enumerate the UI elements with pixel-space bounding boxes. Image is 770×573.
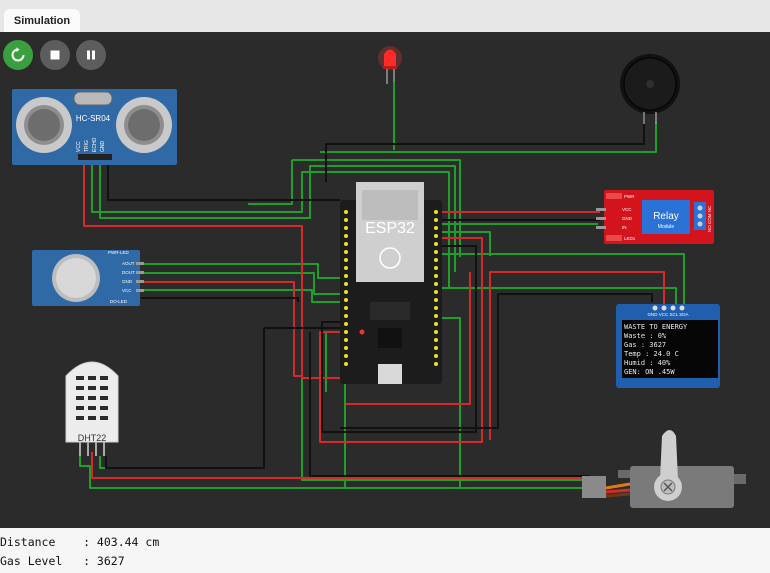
svg-text:PWR-LED: PWR-LED — [108, 250, 130, 255]
serial-console: Distance : 403.44 cm Gas Level : 3627 — [0, 528, 770, 573]
svg-text:VCC: VCC — [76, 141, 82, 152]
relay-module: Relay Module NO COM NC PWR VCC GND IN LE… — [596, 190, 714, 244]
svg-text:VCC: VCC — [622, 207, 632, 212]
svg-text:WASTE TO ENERGY: WASTE TO ENERGY — [624, 323, 688, 331]
dht22-sensor: DHT22 — [65, 361, 119, 456]
svg-text:TRIG: TRIG — [84, 140, 90, 152]
buzzer — [620, 54, 680, 124]
svg-text:DO-LED: DO-LED — [110, 299, 128, 304]
ultrasonic-sensor: HC-SR04 VCC TRIG ECHO GND — [12, 89, 177, 165]
svg-text:LED1: LED1 — [624, 236, 636, 241]
gas-sensor: PWR-LED DO-LED AOUT DOUT GND VCC — [32, 250, 144, 306]
dht22-label: DHT22 — [78, 433, 107, 443]
circuit-diagram: HC-SR04 VCC TRIG ECHO GND ESP32 Relay Mo… — [12, 46, 746, 508]
relay-title: Relay — [653, 211, 679, 222]
svg-text:GND: GND — [122, 279, 133, 284]
console-line: Distance : 403.44 cm — [0, 535, 160, 549]
svg-text:Gas : 3627: Gas : 3627 — [624, 341, 666, 349]
oled-display: GND VCC SCL SDA WASTE TO ENERGY Waste : … — [616, 304, 720, 388]
svg-text:GND VCC SCL SDA: GND VCC SCL SDA — [647, 312, 688, 317]
svg-text:ECHO: ECHO — [92, 137, 98, 152]
servo-motor — [582, 430, 746, 508]
svg-text:NO COM NC: NO COM NC — [707, 205, 712, 232]
led — [378, 46, 402, 84]
tab-simulation[interactable]: Simulation — [4, 9, 80, 32]
svg-text:AOUT: AOUT — [122, 261, 135, 266]
esp32-label: ESP32 — [365, 220, 415, 237]
tab-bar: Simulation — [0, 0, 770, 33]
svg-text:Waste : 0%: Waste : 0% — [624, 332, 667, 340]
svg-text:DOUT: DOUT — [122, 270, 135, 275]
svg-text:VCC: VCC — [122, 288, 132, 293]
svg-text:IN: IN — [622, 225, 627, 230]
svg-text:GND: GND — [100, 141, 106, 153]
esp32-board: ESP32 — [340, 182, 442, 384]
svg-text:Module: Module — [658, 224, 675, 230]
svg-text:GEN: ON .45W: GEN: ON .45W — [624, 368, 675, 376]
ultrasonic-model-label: HC-SR04 — [76, 114, 111, 123]
simulation-canvas[interactable]: HC-SR04 VCC TRIG ECHO GND ESP32 Relay Mo… — [0, 32, 770, 528]
svg-text:GND: GND — [622, 216, 633, 221]
svg-text:Temp : 24.0 C: Temp : 24.0 C — [624, 350, 679, 358]
console-line: Gas Level : 3627 — [0, 554, 125, 568]
svg-text:Humid : 40%: Humid : 40% — [624, 359, 671, 367]
svg-text:PWR: PWR — [624, 194, 635, 199]
